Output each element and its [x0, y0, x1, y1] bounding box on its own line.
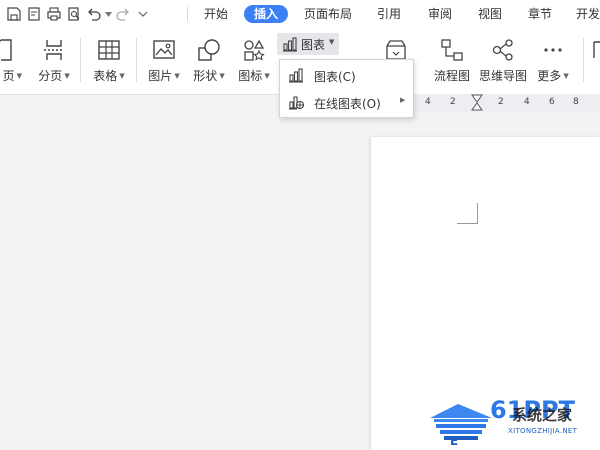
more-caret-icon: ▼	[563, 72, 569, 80]
section-break-icon	[42, 38, 66, 62]
tab-page-layout[interactable]: 页面布局	[302, 5, 354, 23]
online-chart-icon	[288, 94, 305, 110]
menu-bar: 开始 插入 页面布局 引用 审阅 视图 章节 开发	[0, 0, 600, 28]
flowchart-button[interactable]: 流程图	[433, 34, 470, 84]
mindmap-label: 思维导图	[478, 69, 527, 83]
undo-dropdown-icon[interactable]	[104, 4, 113, 24]
shape-icon	[197, 38, 221, 62]
tab-developer[interactable]: 开发	[576, 5, 600, 23]
menu-item-online-chart-label: 在线图表(O)	[314, 97, 381, 111]
page-break-icon	[0, 38, 17, 62]
menu-item-chart-label: 图表(C)	[314, 70, 356, 84]
submenu-arrow-icon: ▶	[400, 96, 406, 104]
mindmap-icon	[491, 38, 515, 62]
tab-start[interactable]: 开始	[202, 5, 230, 23]
icon-library-button[interactable]: 图标 ▼	[238, 34, 270, 84]
watermark-chinese-text: 系统之家	[512, 406, 573, 424]
section-break-button[interactable]: 分页 ▼	[38, 34, 70, 84]
picture-caret-icon: ▼	[174, 72, 180, 80]
tab-references[interactable]: 引用	[375, 5, 403, 23]
flowchart-icon	[440, 38, 464, 62]
customize-toolbar-icon[interactable]	[133, 4, 153, 24]
mindmap-button[interactable]: 思维导图	[479, 34, 527, 84]
ribbon-separator	[136, 38, 137, 82]
ruler-tick-label: 2	[450, 97, 456, 107]
icon-library-caret-icon: ▼	[264, 72, 270, 80]
picture-icon	[152, 38, 176, 62]
section-break-label: 分页	[38, 69, 63, 83]
save-icon[interactable]	[4, 4, 24, 24]
menu-item-online-chart[interactable]: 在线图表(O) ▶	[280, 89, 413, 115]
export-pdf-icon[interactable]	[24, 4, 44, 24]
shape-label: 形状	[193, 69, 218, 83]
horizontal-ruler: 4 2 2 4 6 8	[415, 94, 600, 112]
tab-view[interactable]: 视图	[476, 5, 504, 23]
flowchart-label: 流程图	[433, 69, 470, 83]
tab-chapter[interactable]: 章节	[526, 5, 554, 23]
tab-insert[interactable]: 插入	[244, 5, 288, 23]
shape-button[interactable]: 形状 ▼	[193, 34, 225, 84]
icon-library-icon	[242, 38, 266, 62]
menu-item-chart[interactable]: 图表(C)	[280, 62, 413, 88]
print-preview-icon[interactable]	[64, 4, 84, 24]
chart-caret-icon: ▼	[329, 38, 335, 46]
chart-dropdown-menu: 图表(C) 在线图表(O) ▶	[279, 59, 414, 118]
watermark-logo: E 61PPT 系统之家 XITONGZHIJIA.NET	[428, 394, 600, 450]
ribbon-separator	[583, 38, 584, 82]
section-break-caret-icon: ▼	[64, 72, 70, 80]
more-button[interactable]: 更多 ▼	[537, 34, 569, 84]
more-icon	[541, 38, 565, 62]
table-caret-icon: ▼	[119, 72, 125, 80]
ribbon-separator	[80, 38, 81, 82]
svg-text:E: E	[450, 434, 458, 446]
bar-chart-icon	[288, 67, 304, 83]
margin-corner-mark	[457, 203, 478, 224]
page-break-button[interactable]: 页 ▼	[0, 34, 22, 84]
ruler-tick-label: 8	[573, 97, 579, 107]
house-logo-icon: E	[428, 400, 494, 450]
more-label: 更多	[537, 69, 562, 83]
table-button[interactable]: 表格 ▼	[93, 34, 125, 84]
tab-review[interactable]: 审阅	[426, 5, 454, 23]
print-icon[interactable]	[44, 4, 64, 24]
watermark-domain-text: XITONGZHIJIA.NET	[508, 427, 578, 435]
undo-icon[interactable]	[84, 4, 104, 24]
quick-access-toolbar	[4, 0, 153, 28]
ruler-tick-label: 6	[549, 97, 555, 107]
icon-library-label: 图标	[238, 69, 263, 83]
page-break-label: 页	[2, 69, 15, 83]
chart-button[interactable]: 图表 ▼	[277, 33, 339, 55]
ruler-tick-label: 4	[524, 97, 530, 107]
ruler-tick-label: 4	[425, 97, 431, 107]
shape-caret-icon: ▼	[219, 72, 225, 80]
page-break-caret-icon: ▼	[16, 72, 22, 80]
indent-marker-icon[interactable]	[471, 94, 483, 116]
redo-icon[interactable]	[113, 4, 133, 24]
insert-icon	[592, 38, 600, 62]
ruler-tick-label: 2	[498, 97, 504, 107]
menu-separator	[187, 7, 188, 21]
picture-label: 图片	[148, 69, 173, 83]
chart-button-label: 图表	[301, 38, 326, 52]
table-icon	[97, 38, 121, 62]
partial-ribbon-button[interactable]	[592, 34, 600, 84]
table-label: 表格	[93, 69, 118, 83]
picture-button[interactable]: 图片 ▼	[148, 34, 180, 84]
bar-chart-icon	[282, 36, 298, 52]
